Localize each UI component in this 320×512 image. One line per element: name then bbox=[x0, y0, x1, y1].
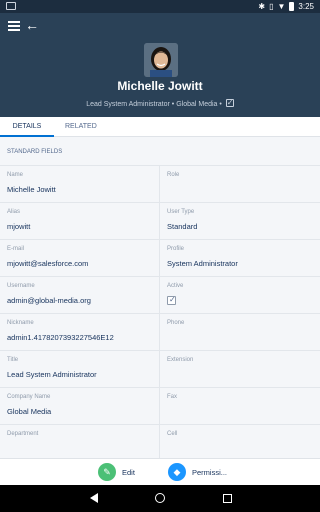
back-arrow-icon[interactable]: ← bbox=[25, 16, 39, 34]
field-row: Company Name Global Media Fax bbox=[0, 387, 320, 425]
field-alias: Alias mjowitt bbox=[0, 203, 160, 240]
record-name: Michelle Jowitt bbox=[117, 79, 203, 93]
bluetooth-icon: ✱ bbox=[258, 2, 266, 11]
field-profile: Profile System Administrator bbox=[160, 240, 320, 277]
field-row: E-mail mjowitt@salesforce.com Profile Sy… bbox=[0, 239, 320, 277]
system-nav-bar bbox=[0, 485, 320, 512]
field-active: Active bbox=[160, 277, 320, 314]
field-label: Extension bbox=[167, 357, 194, 363]
field-value: admin@global-media.org bbox=[7, 296, 91, 305]
active-checkbox bbox=[167, 295, 176, 305]
back-icon[interactable] bbox=[86, 490, 102, 506]
signal-icon: ▼ bbox=[277, 2, 286, 11]
email-link[interactable]: mjowitt@salesforce.com bbox=[7, 259, 152, 268]
field-label: Role bbox=[167, 172, 180, 178]
field-label: Cell bbox=[167, 431, 178, 437]
profile-link[interactable]: System Administrator bbox=[167, 259, 313, 268]
field-department: Department bbox=[0, 425, 160, 458]
menu-icon[interactable] bbox=[8, 21, 20, 31]
field-label: User Type bbox=[167, 209, 195, 215]
status-time: 3:25 bbox=[298, 2, 314, 11]
vibrate-icon: ▯ bbox=[269, 2, 274, 11]
tab-details[interactable]: DETAILS bbox=[0, 117, 54, 137]
field-label: Title bbox=[7, 357, 19, 363]
field-cell: Cell bbox=[160, 425, 320, 458]
field-label: Profile bbox=[167, 246, 185, 252]
battery-icon bbox=[289, 2, 295, 11]
record-subtitle-text: Lead System Administrator • Global Media… bbox=[86, 101, 222, 108]
field-nickname: Nickname admin1.4178207393227546E12 bbox=[0, 314, 160, 351]
home-icon[interactable] bbox=[152, 490, 168, 506]
status-bar: ✱ ▯ ▼ 3:25 bbox=[0, 0, 320, 13]
field-label: Name bbox=[7, 172, 24, 178]
pencil-icon: ✎ bbox=[98, 463, 116, 481]
field-label: Username bbox=[7, 283, 35, 289]
field-value: Global Media bbox=[7, 407, 52, 416]
field-grid: Name Michelle Jowitt Role Alias mjowitt … bbox=[0, 165, 320, 458]
tab-related[interactable]: RELATED bbox=[65, 117, 97, 137]
field-value: Michelle Jowitt bbox=[7, 185, 56, 194]
field-label: Active bbox=[167, 283, 184, 289]
cube-icon: ◆ bbox=[168, 463, 186, 481]
field-company-name: Company Name Global Media bbox=[0, 388, 160, 425]
field-username: Username admin@global-media.org bbox=[0, 277, 160, 314]
field-email: E-mail mjowitt@salesforce.com bbox=[0, 240, 160, 277]
section-title: STANDARD FIELDS bbox=[7, 149, 63, 155]
field-label: Fax bbox=[167, 394, 178, 400]
field-value: Lead System Administrator bbox=[7, 370, 97, 379]
field-row: Name Michelle Jowitt Role bbox=[0, 165, 320, 203]
permissions-button[interactable]: ◆ Permissi... bbox=[168, 463, 227, 481]
field-fax: Fax bbox=[160, 388, 320, 425]
action-bar: ✎ Edit ◆ Permissi... bbox=[0, 458, 320, 485]
status-icons: ✱ ▯ ▼ 3:25 bbox=[258, 1, 314, 12]
field-title: Title Lead System Administrator bbox=[0, 351, 160, 388]
field-label: Company Name bbox=[7, 394, 51, 400]
permissions-label: Permissi... bbox=[192, 467, 228, 477]
field-value: mjowitt bbox=[7, 222, 31, 231]
details-panel[interactable]: STANDARD FIELDS Name Michelle Jowitt Rol… bbox=[0, 140, 320, 458]
field-user-type: User Type Standard bbox=[160, 203, 320, 240]
recents-icon[interactable] bbox=[219, 490, 235, 506]
avatar bbox=[144, 43, 178, 77]
field-label: E-mail bbox=[7, 246, 25, 252]
field-label: Nickname bbox=[7, 320, 34, 326]
field-row: Nickname admin1.4178207393227546E12 Phon… bbox=[0, 313, 320, 351]
record-header: ← Michelle Jowitt Lead System Administra… bbox=[0, 13, 320, 117]
field-label: Phone bbox=[167, 320, 185, 326]
tab-bar: DETAILS RELATED bbox=[0, 117, 320, 137]
field-phone: Phone bbox=[160, 314, 320, 351]
field-name: Name Michelle Jowitt bbox=[0, 166, 160, 203]
field-value: Standard bbox=[167, 222, 198, 231]
field-extension: Extension bbox=[160, 351, 320, 388]
field-row: Department Cell bbox=[0, 424, 320, 458]
field-label: Alias bbox=[7, 209, 21, 215]
field-value: admin1.4178207393227546E12 bbox=[7, 333, 114, 342]
field-row: Username admin@global-media.org Active bbox=[0, 276, 320, 314]
active-checkbox-icon bbox=[225, 98, 234, 107]
screenshot-notification-icon bbox=[6, 2, 16, 10]
field-label: Department bbox=[7, 431, 39, 437]
field-role: Role bbox=[160, 166, 320, 203]
field-row: Alias mjowitt User Type Standard bbox=[0, 202, 320, 240]
avatar-photo bbox=[144, 43, 178, 77]
edit-label: Edit bbox=[122, 467, 135, 477]
record-subtitle: Lead System Administrator • Global Media… bbox=[0, 98, 320, 108]
field-row: Title Lead System Administrator Extensio… bbox=[0, 350, 320, 388]
edit-button[interactable]: ✎ Edit bbox=[98, 463, 135, 481]
